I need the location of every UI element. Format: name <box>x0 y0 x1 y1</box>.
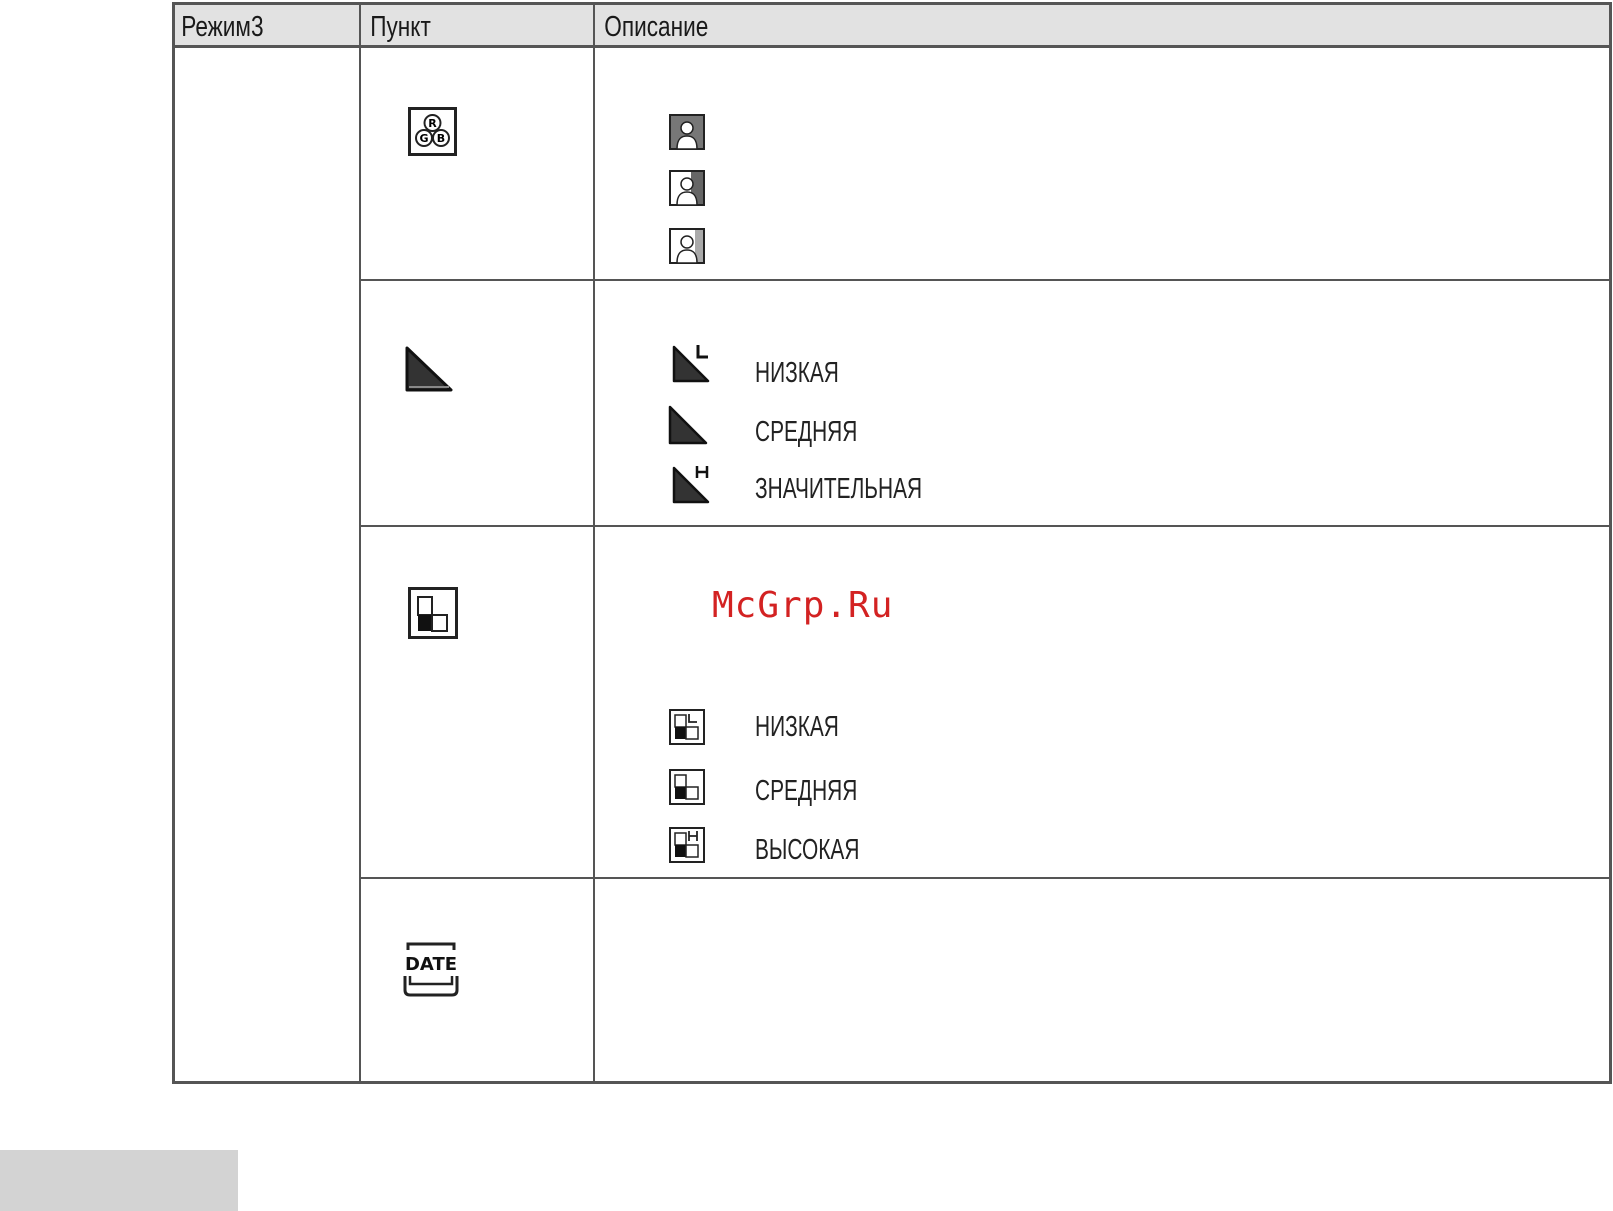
rgb-icon: R G B <box>408 107 457 156</box>
table-header: Режим3 Пункт Описание <box>175 5 1609 48</box>
row-divider <box>359 525 1609 527</box>
contrast-mid-icon <box>669 769 705 805</box>
contrast-high-label: ВЫСОКАЯ <box>755 834 860 866</box>
sharpness-mid-label: СРЕДНЯЯ <box>755 416 858 448</box>
header-description: Описание <box>604 11 709 43</box>
watermark: McGrp.Ru <box>712 585 894 626</box>
sharpness-low-icon <box>672 345 710 383</box>
sharpness-mid-icon <box>668 405 708 445</box>
header-item: Пункт <box>370 11 431 43</box>
svg-text:G: G <box>419 132 428 145</box>
portrait-dark-icon <box>669 114 705 150</box>
svg-text:DATE: DATE <box>405 954 457 975</box>
portrait-mid-icon <box>669 170 705 206</box>
page-corner-tab <box>0 1150 238 1211</box>
svg-text:R: R <box>428 117 437 130</box>
contrast-low-icon <box>669 709 705 745</box>
contrast-low-label: НИЗКАЯ <box>755 711 839 743</box>
row-divider <box>359 877 1609 879</box>
contrast-mid-label: СРЕДНЯЯ <box>755 775 858 807</box>
date-icon: DATE <box>403 942 459 997</box>
sharpness-icon <box>405 346 453 392</box>
sharpness-low-label: НИЗКАЯ <box>755 357 839 389</box>
svg-text:B: B <box>437 132 445 145</box>
row-divider <box>359 279 1609 281</box>
sharpness-high-label: ЗНАЧИТЕЛЬНАЯ <box>755 473 923 505</box>
contrast-high-icon <box>669 827 705 863</box>
portrait-light-icon <box>669 228 705 264</box>
contrast-icon <box>408 587 458 639</box>
column-divider <box>359 5 361 1084</box>
column-divider <box>593 5 595 1084</box>
header-mode: Режим3 <box>181 11 264 43</box>
sharpness-high-icon <box>672 466 710 504</box>
settings-table: Режим3 Пункт Описание <box>172 2 1612 1084</box>
